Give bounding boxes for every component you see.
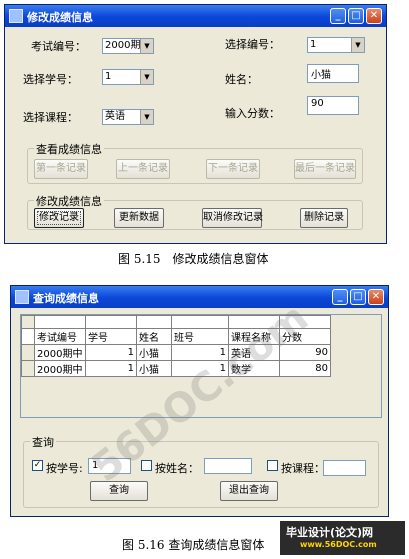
minimize-icon[interactable]: _	[332, 289, 348, 305]
table-cell: 2000期中	[34, 344, 86, 361]
maximize-icon[interactable]: □	[348, 8, 364, 24]
by-name-label: 按姓名：	[155, 462, 199, 475]
caption-figure-5-15: 图 5.15 修改成绩信息窗体	[118, 252, 269, 266]
course-value: 英语	[105, 111, 125, 122]
table-cell: 80	[279, 360, 331, 377]
score-field[interactable]: 90	[307, 96, 359, 115]
first-record-button[interactable]: 第一条记录	[34, 159, 88, 179]
chevron-down-icon[interactable]: ▼	[140, 39, 153, 53]
site-badge: 毕业设计(论文)网 www.56DOC.com	[280, 521, 405, 555]
exam-no-label: 考试编号：	[31, 40, 86, 53]
chevron-down-icon[interactable]: ▼	[351, 38, 364, 52]
table-row[interactable]: 2000期中 1 小猫 1 数学 80	[21, 360, 331, 377]
last-record-button[interactable]: 最后一条记录	[294, 159, 356, 179]
by-course-label: 按课程：	[281, 462, 325, 475]
close-icon[interactable]: ✕	[368, 289, 384, 305]
close-icon[interactable]: ✕	[366, 8, 382, 24]
select-no-combo[interactable]: 1 ▼	[307, 37, 365, 53]
table-cell: 小猫	[136, 344, 172, 361]
table-cell: 小猫	[136, 360, 172, 377]
view-records-group: 查看成绩信息 第一条记录 上一条记录 下一条记录 最后一条记录	[27, 141, 363, 184]
exam-no-combo[interactable]: 2000期中 ▼	[102, 38, 154, 54]
chevron-down-icon[interactable]: ▼	[140, 70, 153, 84]
prev-record-button[interactable]: 上一条记录	[116, 159, 170, 179]
student-no-value: 1	[105, 71, 112, 82]
caption-figure-5-16: 图 5.16 查询成绩信息窗体	[122, 538, 265, 552]
by-name-field[interactable]	[204, 458, 252, 474]
table-cell: 1	[85, 360, 137, 377]
query-group-title: 查询	[30, 434, 56, 450]
table-header-cell: 班号	[171, 328, 229, 345]
by-student-checkbox[interactable]: ✓	[32, 460, 43, 471]
by-course-checkbox[interactable]	[267, 460, 278, 471]
minimize-icon[interactable]: _	[330, 8, 346, 24]
next-record-button[interactable]: 下一条记录	[206, 159, 260, 179]
table-header-cell: 姓名	[136, 328, 172, 345]
app-icon	[15, 290, 29, 304]
by-student-label: 按学号:	[46, 462, 83, 475]
maximize-icon[interactable]: □	[350, 289, 366, 305]
course-label: 选择课程：	[23, 111, 78, 124]
query-group: 查询 ✓ 按学号: 1 按姓名： 按课程： 查询 退出查询	[23, 434, 379, 508]
modify-group-title: 修改成绩信息	[34, 193, 104, 209]
table-cell: 1	[85, 344, 137, 361]
student-no-combo[interactable]: 1 ▼	[102, 69, 154, 85]
badge-title: 毕业设计(论文)网	[286, 526, 374, 539]
name-label: 姓名：	[225, 73, 258, 86]
cancel-modify-button[interactable]: 取消修改记录	[202, 208, 263, 228]
query-window-titlebar[interactable]: 查询成绩信息 _ □ ✕	[11, 286, 388, 308]
chevron-down-icon[interactable]: ▼	[140, 110, 153, 124]
modify-record-button[interactable]: 修改记录	[34, 208, 84, 228]
student-no-label: 选择学号：	[23, 73, 78, 86]
delete-record-button[interactable]: 删除记录	[300, 208, 348, 228]
name-field[interactable]: 小猫	[307, 64, 359, 83]
modify-records-group: 修改成绩信息 修改记录 更新数据 取消修改记录 删除记录	[27, 193, 363, 230]
modify-window-titlebar[interactable]: 修改成绩信息 _ □ ✕	[5, 5, 386, 27]
modify-score-window: 修改成绩信息 _ □ ✕ 考试编号： 2000期中 ▼ 选择编号： 1 ▼ 选择…	[4, 4, 387, 244]
app-icon	[9, 9, 23, 23]
table-header-cell: 学号	[85, 328, 137, 345]
course-combo[interactable]: 英语 ▼	[102, 109, 154, 125]
query-window-title: 查询成绩信息	[33, 292, 99, 305]
table-cell: 2000期中	[34, 360, 86, 377]
by-course-field[interactable]	[323, 460, 366, 476]
modify-window-title: 修改成绩信息	[27, 11, 93, 24]
update-data-button[interactable]: 更新数据	[114, 208, 164, 228]
table-header-cell: 考试编号	[34, 328, 86, 345]
score-label: 输入分数：	[225, 107, 280, 120]
exit-query-button[interactable]: 退出查询	[220, 481, 278, 501]
view-group-title: 查看成绩信息	[34, 141, 104, 157]
select-no-value: 1	[310, 39, 317, 50]
badge-url: www.56DOC.com	[300, 540, 377, 549]
select-no-label: 选择编号：	[225, 38, 280, 51]
